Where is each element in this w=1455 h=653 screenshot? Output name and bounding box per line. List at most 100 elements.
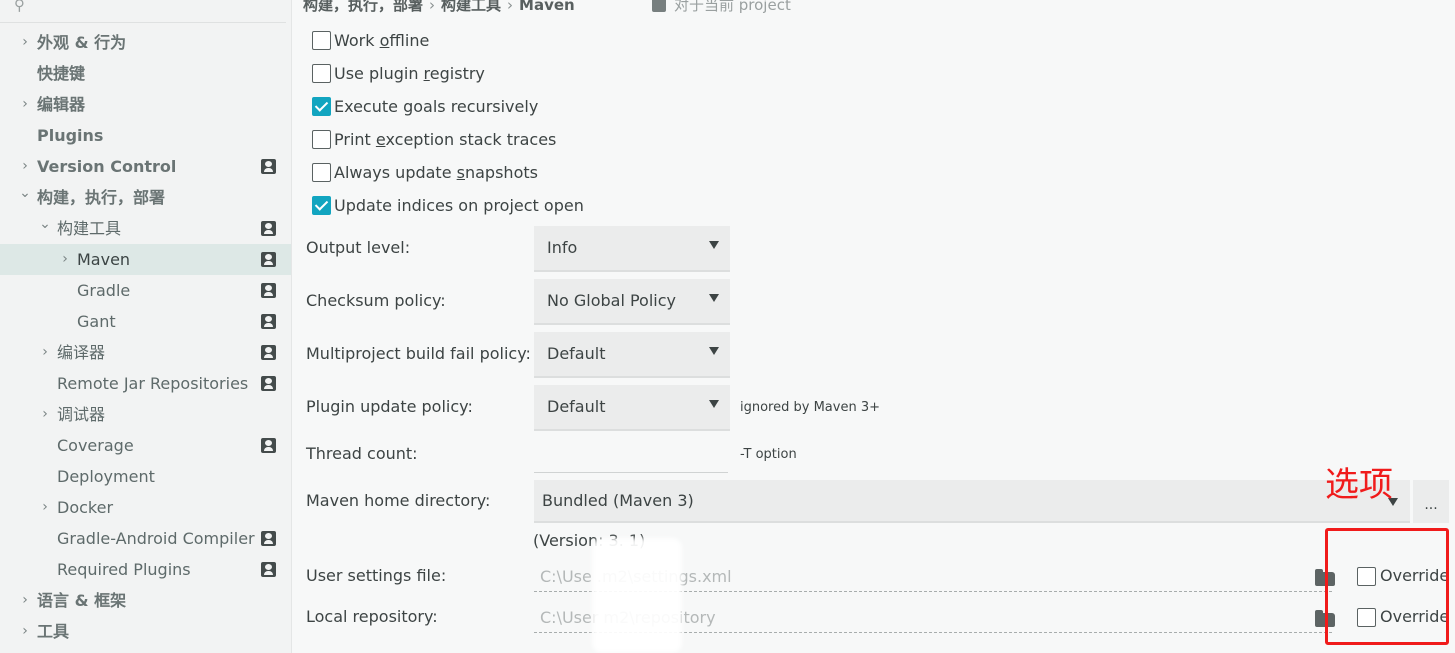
dropdown-value: No Global Policy (547, 291, 676, 310)
project-settings-icon (261, 376, 276, 391)
sidebar-item-gradle-android-compiler[interactable]: Gradle-Android Compiler (0, 523, 291, 554)
settings-search[interactable]: ⚲ (0, 0, 286, 23)
chevron-down-icon: ⌄ (19, 185, 31, 201)
checkbox-box-checked[interactable] (312, 97, 331, 116)
sidebar-item-label: Coverage (57, 436, 134, 455)
sidebar-item-label: Gant (77, 312, 116, 331)
sidebar-item-label: 工具 (37, 622, 70, 641)
sidebar-item-keymap[interactable]: 快捷键 (0, 58, 291, 89)
checkbox-label: Execute goals recursively (334, 97, 539, 116)
checkbox-box[interactable] (312, 64, 331, 83)
annotation-label: 选项 (1325, 465, 1393, 505)
breadcrumb: 构建，执行，部署 › 构建工具 › Maven (303, 0, 575, 14)
breadcrumb-item[interactable]: 构建，执行，部署 (303, 0, 423, 15)
plugin-update-policy-dropdown[interactable]: Default (534, 385, 730, 431)
project-settings-icon (261, 283, 276, 298)
sidebar-item-tools[interactable]: › 工具 (0, 616, 291, 647)
annotation-highlight-box (1325, 528, 1449, 645)
thread-count-label: Thread count: (306, 444, 418, 463)
output-level-dropdown[interactable]: Info (534, 226, 730, 272)
maven-home-browse-button[interactable]: ... (1413, 480, 1449, 523)
sidebar-item-required-plugins[interactable]: Required Plugins (0, 554, 291, 585)
sidebar-item-languages-frameworks[interactable]: › 语言 & 框架 (0, 585, 291, 616)
sidebar-item-label: Gradle (77, 281, 131, 300)
search-icon: ⚲ (14, 0, 25, 14)
sidebar-item-label: Docker (57, 498, 114, 517)
chevron-right-icon: › (42, 406, 48, 422)
sidebar-item-label: 调试器 (57, 405, 106, 424)
sidebar-item-docker[interactable]: › Docker (0, 492, 291, 523)
multiproject-fail-policy-dropdown[interactable]: Default (534, 332, 730, 378)
chevron-right-icon: › (22, 623, 28, 639)
sidebar-item-maven[interactable]: › Maven (0, 244, 291, 275)
maven-home-label: Maven home directory: (306, 491, 491, 510)
thread-count-hint: -T option (740, 447, 797, 462)
dropdown-value: Info (547, 238, 578, 257)
checkbox-box[interactable] (312, 130, 331, 149)
checkbox-label: Use plugin registry (334, 64, 485, 83)
project-settings-icon (261, 221, 276, 236)
sidebar-item-label: 构建工具 (57, 219, 122, 238)
project-settings-icon (261, 562, 276, 577)
output-level-label: Output level: (306, 238, 411, 257)
chevron-right-icon: › (62, 251, 68, 267)
sidebar-item-build-tools[interactable]: ⌄ 构建工具 (0, 213, 291, 244)
maven-settings-panel: 构建，执行，部署 › 构建工具 › Maven 对于当前 project Work of… (292, 0, 1455, 653)
sidebar-item-label: Remote Jar Repositories (57, 374, 249, 393)
chevron-down-icon: ⌄ (39, 216, 51, 232)
sidebar-item-plugins[interactable]: Plugins (0, 120, 291, 151)
sidebar-item-label: 语言 & 框架 (37, 591, 127, 610)
dropdown-arrow-icon (709, 294, 719, 302)
project-scope-text: 对于当前 project (674, 0, 791, 14)
sidebar-item-remote-jar-repositories[interactable]: Remote Jar Repositories (0, 368, 291, 399)
multiproject-fail-policy-label: Multiproject build fail policy: (306, 344, 531, 363)
sidebar-item-debugger[interactable]: › 调试器 (0, 399, 291, 430)
maven-home-dropdown[interactable]: Bundled (Maven 3) (534, 480, 1410, 523)
sidebar-item-label: Maven (77, 250, 131, 269)
checkbox-box[interactable] (312, 163, 331, 182)
checksum-policy-dropdown[interactable]: No Global Policy (534, 279, 730, 325)
plugin-update-hint: ignored by Maven 3+ (740, 400, 880, 415)
chevron-right-icon: › (22, 592, 28, 608)
sidebar-item-compiler[interactable]: › 编译器 (0, 337, 291, 368)
thread-count-input[interactable] (534, 433, 728, 473)
sidebar-item-label: 编译器 (57, 343, 106, 362)
sidebar-item-deployment[interactable]: Deployment (0, 461, 291, 492)
breadcrumb-separator: › (429, 0, 436, 14)
project-settings-icon (261, 531, 276, 546)
breadcrumb-current: Maven (519, 0, 575, 14)
dropdown-arrow-icon (709, 241, 719, 249)
sidebar-item-editor[interactable]: › 编辑器 (0, 89, 291, 120)
sidebar-item-label: Gradle-Android Compiler (57, 529, 255, 548)
chevron-right-icon: › (42, 499, 48, 515)
dropdown-value: Default (547, 397, 606, 416)
chevron-right-icon: › (22, 34, 28, 50)
project-settings-icon (261, 314, 276, 329)
breadcrumb-separator: › (507, 0, 514, 14)
sidebar-item-coverage[interactable]: Coverage (0, 430, 291, 461)
settings-sidebar: ⚲ › 外观 & 行为 快捷键 › 编辑器 Plugins › Version … (0, 0, 292, 653)
dropdown-value: Default (547, 344, 606, 363)
project-scope-note: 对于当前 project (652, 0, 791, 15)
checksum-policy-label: Checksum policy: (306, 291, 446, 310)
sidebar-item-gant[interactable]: Gant (0, 306, 291, 337)
local-repository-label: Local repository: (306, 607, 438, 626)
chevron-right-icon: › (42, 344, 48, 360)
sidebar-item-gradle[interactable]: Gradle (0, 275, 291, 306)
checkbox-box[interactable] (312, 31, 331, 50)
redaction-blur (592, 538, 682, 653)
checkbox-label: Work offline (334, 31, 430, 50)
breadcrumb-item[interactable]: 构建工具 (441, 0, 501, 15)
project-settings-icon (261, 438, 276, 453)
sidebar-item-appearance[interactable]: › 外观 & 行为 (0, 27, 291, 58)
sidebar-item-label: 构建，执行，部署 (37, 188, 166, 207)
checkbox-label: Update indices on project open (334, 196, 584, 215)
checkbox-box-checked[interactable] (312, 196, 331, 215)
checkbox-label: Always update snapshots (334, 163, 538, 182)
sidebar-item-label: 快捷键 (37, 64, 86, 83)
sidebar-item-version-control[interactable]: › Version Control (0, 151, 291, 182)
sidebar-item-label: 编辑器 (37, 95, 86, 114)
dropdown-arrow-icon (709, 400, 719, 408)
chevron-right-icon: › (22, 96, 28, 112)
plugin-update-policy-label: Plugin update policy: (306, 397, 473, 416)
